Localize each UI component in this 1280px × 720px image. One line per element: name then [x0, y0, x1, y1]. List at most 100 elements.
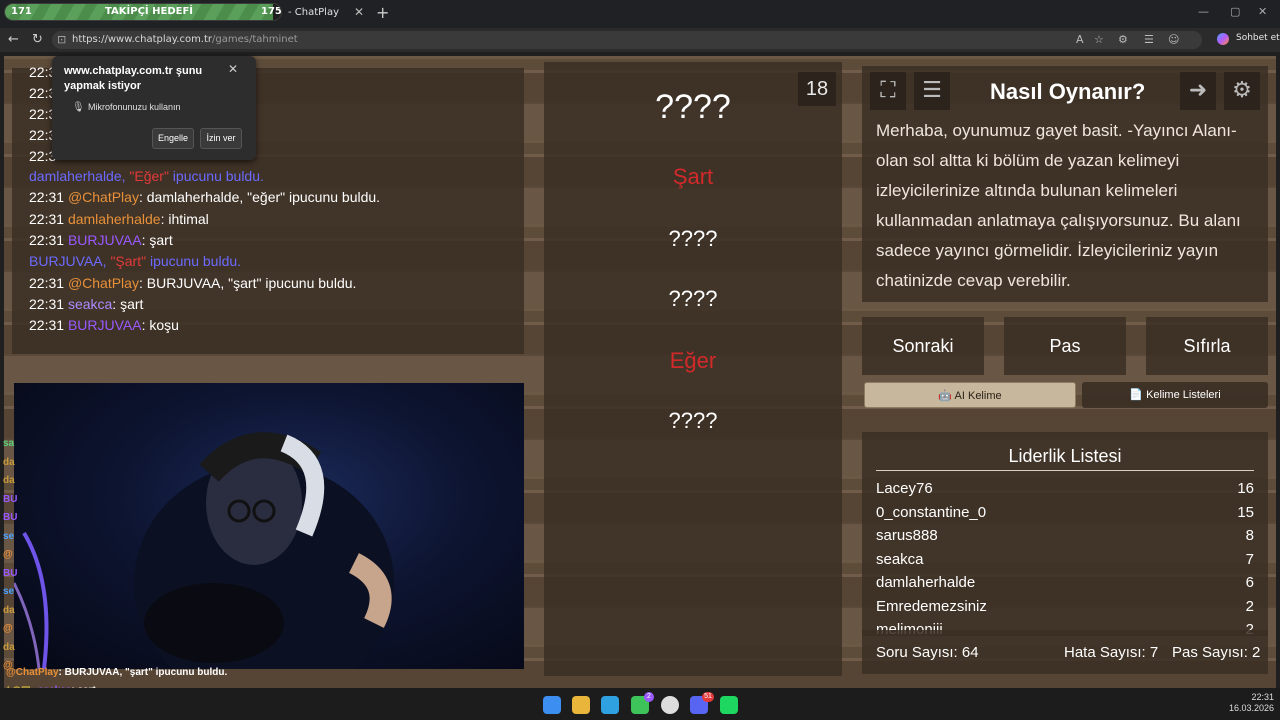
chat-message: : BURJUVAA, "şart" ipucunu buldu. — [138, 274, 357, 291]
copilot-icon[interactable] — [1217, 33, 1229, 45]
ai-word-button[interactable]: 🤖 AI Kelime — [864, 382, 1076, 408]
close-window-icon[interactable]: ✕ — [1258, 5, 1267, 18]
overlay-side-letter: se — [3, 586, 15, 597]
logout-icon[interactable]: ➜ — [1180, 72, 1216, 110]
howto-text: Merhaba, oyunumuz gayet basit. -Yayıncı … — [876, 121, 1241, 290]
file-explorer-icon[interactable] — [572, 696, 590, 714]
pass-button[interactable]: Pas — [1004, 317, 1126, 375]
word-lists-label: Kelime Listeleri — [1146, 389, 1221, 401]
url-text[interactable]: https://www.chatplay.com.tr/games/tahmin… — [72, 34, 298, 45]
chat-time: 22:31 — [29, 231, 65, 248]
chat-line: 22:31 BURJUVAA: koşu — [29, 317, 179, 333]
leaderboard-row: sarus888 8 — [876, 527, 1254, 549]
player-score: 7 — [1245, 550, 1254, 568]
player-score: 6 — [1245, 574, 1254, 591]
follow-goal-bar: 171 TAKİPÇİ HEDEFİ 175 — [4, 3, 282, 21]
overlay-side-letter: da — [3, 456, 15, 468]
microphone-icon: 🎙 — [72, 102, 85, 113]
system-word: "Şart" — [110, 253, 147, 270]
system-rest: ipucunu buldu. — [146, 253, 242, 270]
tab-title[interactable]: - ChatPlay — [288, 7, 339, 18]
chat-line: 22:31 BURJUVAA: şart — [29, 232, 173, 248]
profile-icon[interactable]: ☺ — [1168, 33, 1179, 46]
player-score: 15 — [1237, 503, 1254, 521]
player-name: Emredemezsiniz — [876, 597, 987, 615]
chat-time: 22:31 — [29, 295, 65, 312]
extensions-icon[interactable]: ⚙ — [1118, 33, 1128, 46]
chat-time: 22:31 — [29, 210, 65, 227]
maximize-icon[interactable]: ▢ — [1230, 5, 1240, 18]
ai-word-label: AI Kelime — [954, 390, 1002, 402]
leaderboard-row: damlaherhalde 6 — [876, 574, 1254, 596]
overlay-side-letter: @ — [3, 549, 13, 560]
chat-system-line: damlaherhalde, "Eğer" ipucunu buldu. — [29, 168, 264, 184]
question-count-label: Soru Sayısı: — [876, 644, 958, 661]
chat-username: BURJUVAA — [67, 231, 142, 248]
hidden-word: ???? — [668, 286, 718, 311]
block-button[interactable]: Engelle — [152, 128, 194, 149]
chat-line: 22:31 seakca: şart — [29, 296, 143, 312]
pass-count: Pas Sayısı: 2 — [1172, 644, 1260, 661]
back-icon[interactable]: ← — [8, 32, 19, 47]
spotify-icon[interactable] — [720, 696, 738, 714]
player-name: seakca — [876, 550, 924, 568]
taskbar-clock[interactable]: 22:31 16.03.2026 — [1226, 692, 1274, 714]
read-aloud-icon[interactable]: A — [1076, 33, 1084, 46]
whatsapp-badge: 2 — [644, 692, 654, 702]
reset-button[interactable]: Sıfırla — [1146, 317, 1268, 375]
chat-system-line: BURJUVAA, "Şart" ipucunu buldu. — [29, 253, 241, 269]
discord-badge: 51 — [702, 692, 714, 702]
next-button[interactable]: Sonraki — [862, 317, 984, 375]
leaderboard-clip — [862, 630, 1268, 636]
windows-start-icon[interactable] — [543, 696, 561, 714]
overlay-side-letter: da — [3, 641, 15, 653]
question-count: Soru Sayısı: 64 — [876, 644, 979, 661]
hidden-word: ???? — [668, 226, 718, 251]
overlay-username: @ChatPlay — [6, 667, 59, 678]
notes-icon[interactable]: ☰ — [914, 72, 950, 110]
word-lists-button[interactable]: 📄 Kelime Listeleri — [1082, 382, 1268, 408]
leaderboard-row: Emredemezsiniz 2 — [876, 598, 1254, 620]
chat-time: 22:31 — [29, 274, 65, 291]
copilot-label[interactable]: Sohbet et — [1236, 33, 1280, 43]
url-path: /games/tahminet — [212, 34, 298, 45]
question-count-value: 64 — [961, 644, 979, 661]
url-host: https://www.chatplay.com.tr — [72, 34, 213, 45]
chat-line: 22:31 @ChatPlay: damlaherhalde, "eğer" i… — [29, 189, 380, 205]
leaderboard-row: seakca 7 — [876, 551, 1254, 573]
minimize-icon[interactable]: — — [1198, 5, 1209, 18]
ai-icon: 🤖 — [938, 390, 955, 402]
leaderboard-divider — [876, 470, 1254, 471]
error-count-label: Hata Sayısı: — [1064, 644, 1146, 661]
overlay-side-letter: da — [3, 475, 15, 486]
fullscreen-icon[interactable]: ⛶ — [870, 72, 906, 110]
chat-line: 22:31 @ChatPlay: BURJUVAA, "şart" ipucun… — [29, 275, 356, 291]
pass-count-label: Pas Sayısı: — [1172, 644, 1248, 661]
refresh-icon[interactable]: ↻ — [32, 32, 43, 47]
allow-button[interactable]: İzin ver — [200, 128, 242, 149]
leaderboard-row: Lacey76 16 — [876, 480, 1254, 502]
chat-message: : damlaherhalde, "eğer" ipucunu buldu. — [138, 189, 381, 206]
favorites-icon[interactable]: ☰ — [1144, 33, 1154, 46]
webcam-image — [14, 432, 394, 669]
follow-goal-end: 175 — [261, 6, 282, 17]
overlay-chat-line: @ChatPlay: BURJUVAA, "şart" ipucunu buld… — [6, 667, 227, 678]
chrome-icon[interactable] — [661, 696, 679, 714]
edge-icon[interactable] — [601, 696, 619, 714]
new-tab-icon[interactable]: + — [376, 3, 389, 22]
settings-gear-icon[interactable]: ⚙ — [1224, 72, 1260, 110]
hidden-word: ???? — [668, 408, 718, 433]
overlay-side-letter: se — [3, 530, 15, 542]
chat-time: 22:31 — [29, 189, 65, 206]
overlay-side-letter: sa — [3, 438, 15, 449]
permission-title: www.chatplay.com.tr şunu yapmak istiyor — [64, 65, 203, 92]
favorite-icon[interactable]: ☆ — [1094, 33, 1104, 46]
permission-request: Mikrofonunuzu kullanın — [88, 102, 181, 112]
howto-title: Nasıl Oynanır? — [990, 79, 1146, 104]
chat-message: : ihtimal — [160, 210, 209, 227]
player-name: 0_constantine_0 — [876, 503, 987, 521]
site-info-icon[interactable]: ⊡ — [57, 33, 66, 46]
chat-message: : koşu — [141, 317, 179, 334]
close-icon[interactable]: ✕ — [228, 62, 238, 76]
tab-close-icon[interactable]: ✕ — [354, 5, 364, 19]
